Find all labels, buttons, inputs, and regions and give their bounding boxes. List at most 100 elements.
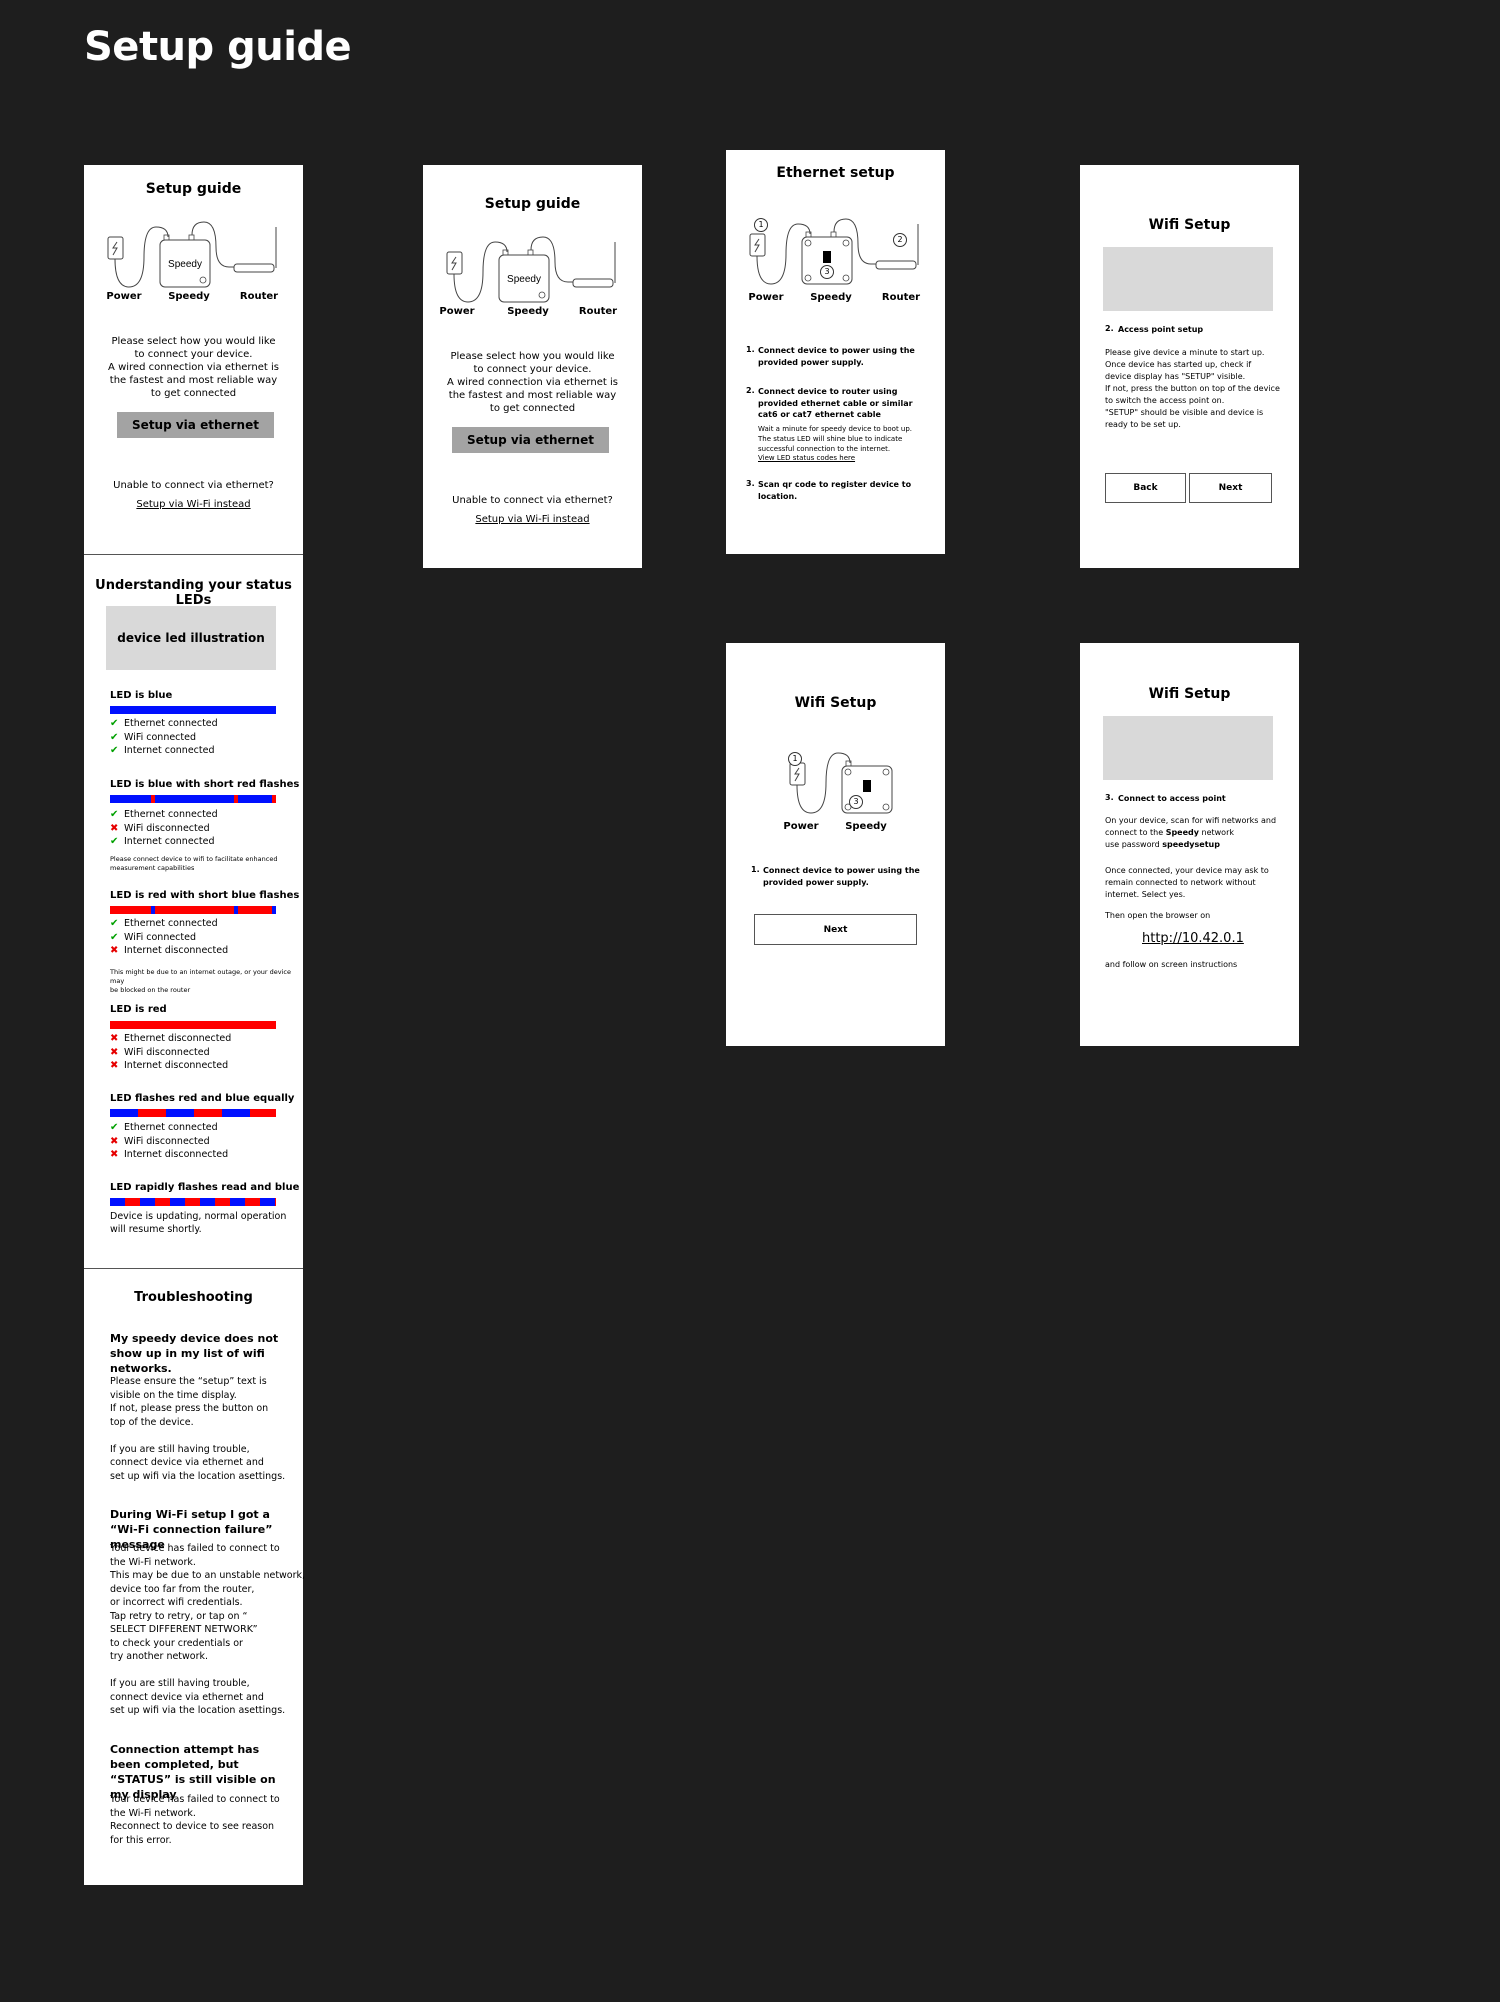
setup-ethernet-button[interactable]: Setup via ethernet xyxy=(117,412,274,438)
status-line: ✖ WiFi disconnected xyxy=(110,823,210,834)
bolt-icon xyxy=(794,767,800,782)
connection-diagram: Speedy xyxy=(446,236,616,303)
led-bar-equal-flash xyxy=(110,1109,276,1117)
trouble-answer: Please ensure the “setup” text is visibl… xyxy=(110,1376,286,1482)
step-text: Connect device to router using provided … xyxy=(758,387,913,419)
trouble-question: My speedy device does not show up in my … xyxy=(110,1332,279,1375)
status-line: ✔ Ethernet connected xyxy=(110,718,218,729)
bolt-icon xyxy=(754,238,760,253)
led-status-link[interactable]: View LED status codes here xyxy=(758,454,855,463)
led-group-title: LED is blue with short red flashes xyxy=(110,779,300,790)
led-bar-red xyxy=(110,1021,276,1029)
setup-guide-frame-2: Setup guide Speedy Power Speedy Router P… xyxy=(423,165,642,568)
led-bar-blue xyxy=(110,706,276,714)
ethernet-setup-frame: Ethernet setup 1 2 3 Power Speedy Router… xyxy=(726,150,945,554)
trouble-answer: Your device has failed to connect to the… xyxy=(110,1794,280,1846)
next-button[interactable]: Next xyxy=(754,914,917,945)
step-text: Connect device to power using the provid… xyxy=(758,346,915,367)
router-icon xyxy=(233,263,275,273)
led-illustration-placeholder: device led illustration xyxy=(106,606,276,670)
frame-title: Wifi Setup xyxy=(794,695,877,711)
step-number: 3. xyxy=(746,479,755,488)
led-group-title: LED is red with short blue flashes xyxy=(110,890,300,901)
bolt-icon xyxy=(451,256,457,271)
check-icon: ✔ xyxy=(110,809,119,820)
next-button[interactable]: Next xyxy=(1189,473,1272,503)
cross-icon: ✖ xyxy=(110,1060,119,1071)
step-number: 1. xyxy=(751,865,760,874)
step-title: Access point setup xyxy=(1118,325,1204,334)
status-line: ✔ Ethernet connected xyxy=(110,809,218,820)
power-label: Power xyxy=(106,291,142,302)
led-group-title: LED rapidly flashes read and blue xyxy=(110,1182,300,1193)
image-placeholder xyxy=(1103,247,1273,311)
led-note: Please connect device to wifi to facilit… xyxy=(110,855,278,872)
frame-title: Wifi Setup xyxy=(1148,686,1231,702)
step-number: 1. xyxy=(746,345,755,354)
led-bar-red-blue-flash xyxy=(110,906,276,914)
status-line: ✔ Ethernet connected xyxy=(110,918,218,929)
status-line: ✖ Internet disconnected xyxy=(110,945,229,956)
cross-icon: ✖ xyxy=(110,1149,119,1160)
leds-title: Understanding your status LEDs xyxy=(95,578,292,608)
page-title: Setup guide xyxy=(84,24,352,70)
step-number: 3. xyxy=(1105,793,1114,802)
wifi-connect-frame: Wifi Setup 3. Connect to access point On… xyxy=(1080,643,1299,1046)
check-icon: ✔ xyxy=(110,1122,119,1133)
check-icon: ✔ xyxy=(110,732,119,743)
setup-guide-frame: Setup guide Speedy Power Speedy Router P… xyxy=(84,165,305,1885)
browser-text: Then open the browser on xyxy=(1105,911,1211,920)
step-text: Connect device to power using the provid… xyxy=(763,866,920,887)
speedy-label: Speedy xyxy=(845,821,887,832)
cross-icon: ✖ xyxy=(110,823,119,834)
check-icon: ✔ xyxy=(110,718,119,729)
setup-url-link[interactable]: http://10.42.0.1 xyxy=(1142,931,1244,946)
section-divider xyxy=(84,554,303,555)
connection-diagram: Speedy xyxy=(107,221,277,288)
step-marker: 3 xyxy=(849,795,863,809)
speedy-label: Speedy xyxy=(810,292,852,303)
power-label: Power xyxy=(439,306,475,317)
step-title: Connect to access point xyxy=(1118,794,1226,803)
led-group-title: LED flashes red and blue equally xyxy=(110,1093,295,1104)
setup-wifi-link[interactable]: Setup via Wi-Fi instead xyxy=(136,499,250,510)
section-divider xyxy=(84,1268,303,1269)
unable-text: Unable to connect via ethernet? xyxy=(452,495,613,506)
connect-instructions: On your device, scan for wifi networks a… xyxy=(1105,816,1277,849)
frame-title: Setup guide xyxy=(484,196,581,212)
back-button[interactable]: Back xyxy=(1105,473,1186,503)
power-label: Power xyxy=(783,821,819,832)
status-line: ✔ Internet connected xyxy=(110,836,215,847)
trouble-answer: Your device has failed to connect to the… xyxy=(110,1543,306,1716)
step-marker: 3 xyxy=(820,265,834,279)
check-icon: ✔ xyxy=(110,836,119,847)
wifi-power-frame: Wifi Setup 1 3 Power Speedy 1. Connect d… xyxy=(726,643,945,1046)
frame-title: Ethernet setup xyxy=(776,165,895,181)
status-line: ✖ Internet disconnected xyxy=(110,1149,229,1160)
power-diagram xyxy=(789,752,893,814)
power-label: Power xyxy=(748,292,784,303)
status-line: ✔ Internet connected xyxy=(110,745,215,756)
connect-note: Once connected, your device may ask to r… xyxy=(1105,866,1269,899)
step-marker: 1 xyxy=(754,218,768,232)
step-number: 2. xyxy=(746,386,755,395)
step-marker: 1 xyxy=(788,752,802,766)
router-label: Router xyxy=(881,292,921,303)
led-note: This might be due to an internet outage,… xyxy=(110,968,292,994)
check-icon: ✔ xyxy=(110,932,119,943)
frame-title: Setup guide xyxy=(145,181,242,197)
led-group-title: LED is red xyxy=(110,1004,167,1015)
troubleshooting-title: Troubleshooting xyxy=(134,1290,253,1305)
setup-wifi-link[interactable]: Setup via Wi-Fi instead xyxy=(475,514,589,525)
bolt-icon xyxy=(112,241,118,256)
cross-icon: ✖ xyxy=(110,1033,119,1044)
router-label: Router xyxy=(578,306,618,317)
speedy-label: Speedy xyxy=(168,291,210,302)
step-text: Scan qr code to register device to locat… xyxy=(758,480,912,501)
status-line: ✖ Internet disconnected xyxy=(110,1060,229,1071)
router-label: Router xyxy=(239,291,279,302)
setup-ethernet-button[interactable]: Setup via ethernet xyxy=(452,427,609,453)
unable-text: Unable to connect via ethernet? xyxy=(113,480,274,491)
led-bar-blue-red-flash xyxy=(110,795,276,803)
device-label: Speedy xyxy=(507,274,541,285)
